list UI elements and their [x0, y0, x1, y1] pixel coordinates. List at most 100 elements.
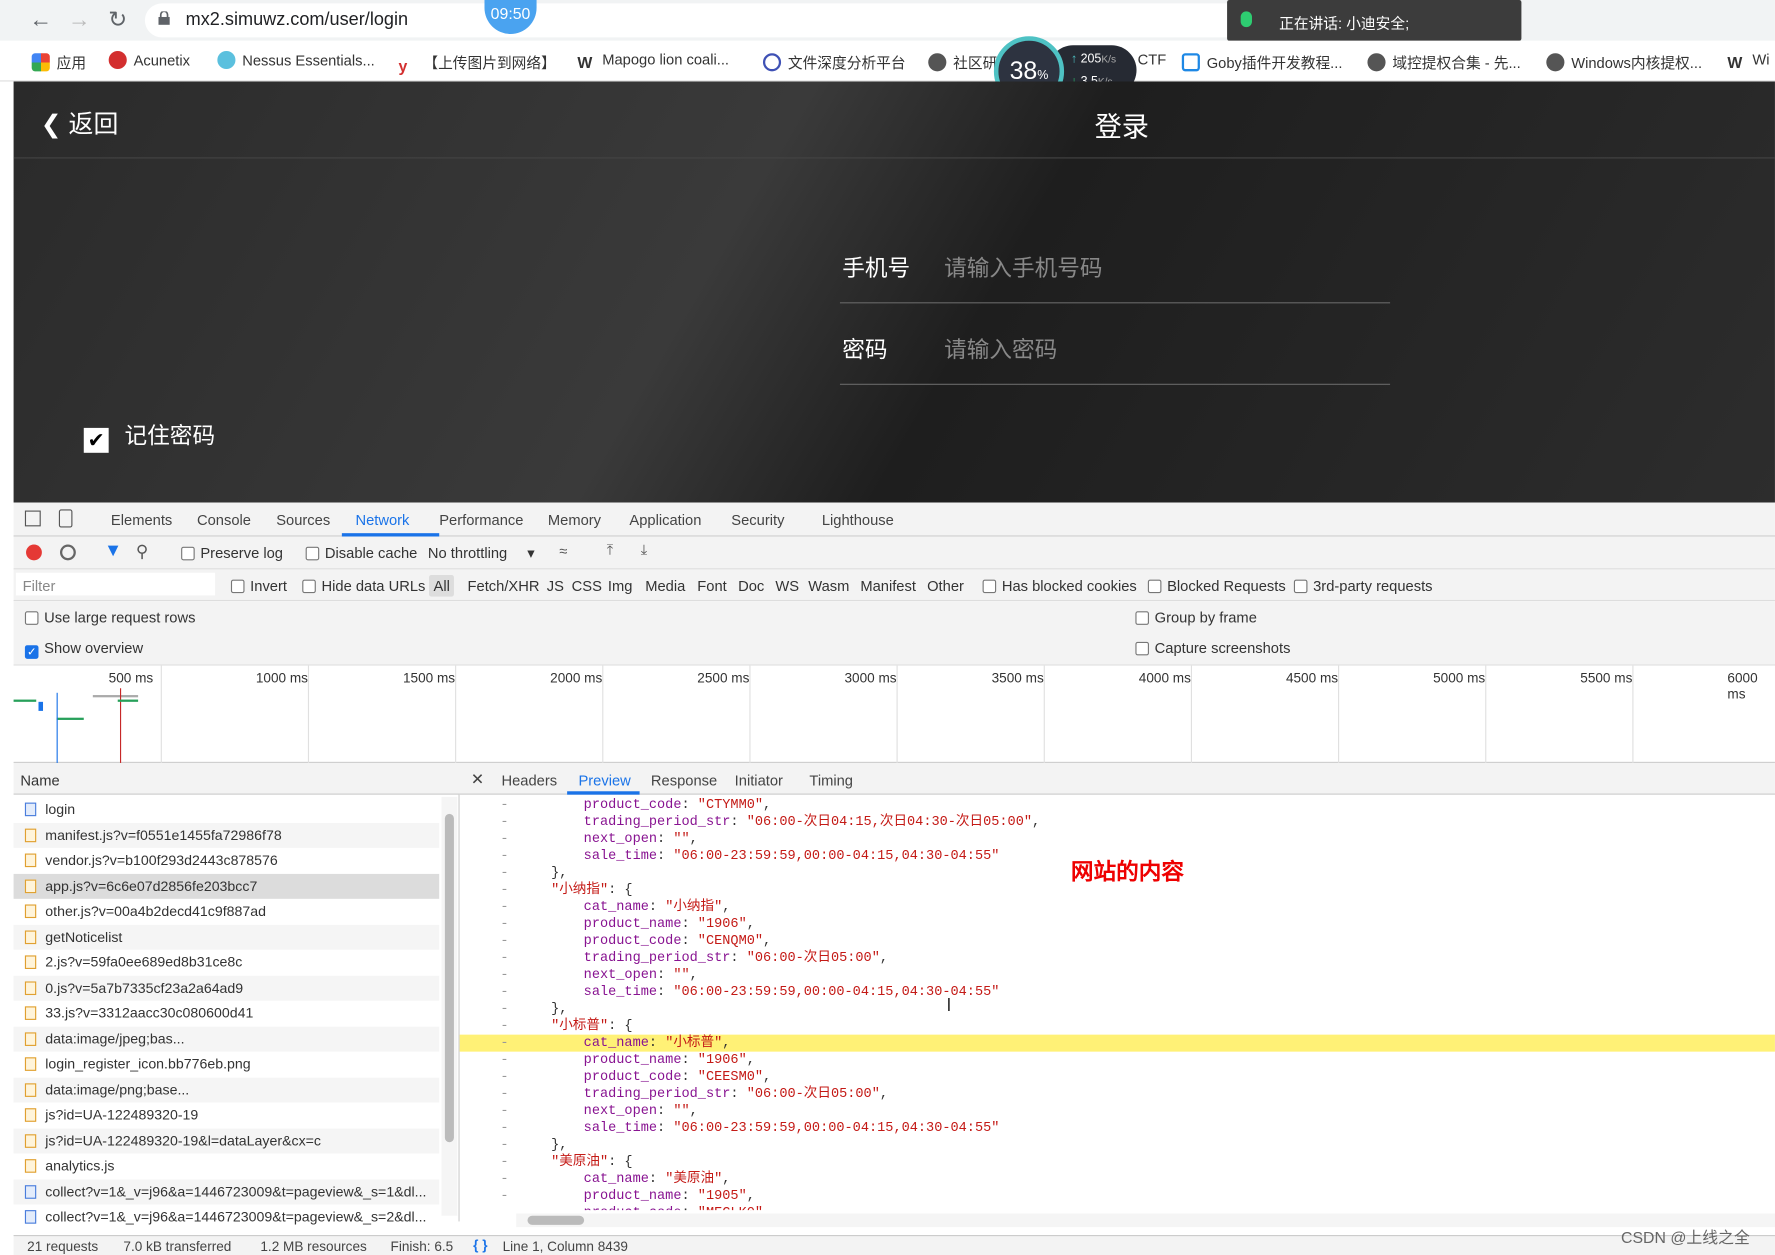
preserve-log-label: Preserve log — [200, 544, 283, 562]
close-icon[interactable]: ✕ — [471, 770, 484, 789]
group-by-frame-checkbox[interactable]: Group by frame — [1135, 609, 1257, 626]
scrollbar-thumb[interactable] — [527, 1215, 585, 1225]
preview-hscrollbar[interactable] — [516, 1213, 1775, 1228]
disable-cache-checkbox[interactable]: Disable cache — [305, 544, 417, 561]
clear-icon[interactable] — [59, 544, 76, 561]
request-row[interactable]: vendor.js?v=b100f293d2443c878576 — [14, 848, 440, 873]
back-arrow-icon[interactable]: ← — [27, 7, 54, 34]
bookmark-nessus[interactable]: Nessus Essentials... — [217, 50, 375, 70]
request-row[interactable]: 2.js?v=59fa0ee689ed8b31ce8c — [14, 950, 440, 975]
type-filter-css[interactable]: CSS — [572, 577, 602, 594]
tab-preview[interactable]: Preview — [578, 772, 630, 789]
request-row[interactable]: collect?v=1&_v=j96&a=1446723009&t=pagevi… — [13, 1178, 440, 1205]
back-button[interactable]: ❮ 返回 — [41, 104, 119, 140]
third-party-checkbox[interactable]: 3rd-party requests — [1293, 577, 1433, 594]
tab-timing[interactable]: Timing — [809, 772, 853, 789]
request-row[interactable]: js?id=UA-122489320-19 — [14, 1103, 440, 1128]
line-gutter: - — [500, 1153, 509, 1170]
search-icon[interactable]: ⚲ — [136, 541, 148, 561]
request-row[interactable]: js?id=UA-122489320-19&l=dataLayer&cx=c — [13, 1128, 440, 1154]
tab-performance[interactable]: Performance — [439, 512, 523, 529]
upload-har-icon[interactable]: ⤒ — [607, 541, 614, 559]
tab-network[interactable]: Network — [355, 512, 409, 529]
request-row[interactable]: manifest.js?v=f0551e1455fa72986f78 — [13, 822, 440, 848]
bookmark-domain[interactable]: 域控提权合集 - 先... — [1367, 51, 1521, 73]
tab-response[interactable]: Response — [651, 772, 717, 789]
tab-application[interactable]: Application — [629, 512, 701, 529]
type-filter-ws[interactable]: WS — [775, 577, 799, 594]
request-row[interactable]: 0.js?v=5a7b7335cf23a2a64ad9 — [13, 975, 440, 1001]
remember-password-checkbox[interactable]: ✔ 记住密码 — [83, 418, 215, 453]
show-overview-checkbox[interactable]: ✓ Show overview — [24, 640, 143, 659]
forward-arrow-icon[interactable]: → — [66, 7, 93, 34]
timeline-bar — [56, 717, 84, 720]
request-row[interactable]: login — [14, 797, 440, 822]
type-filter-doc[interactable]: Doc — [738, 577, 764, 594]
bookmark-acunetix[interactable]: Acunetix — [108, 50, 190, 70]
scrollbar-thumb[interactable] — [444, 813, 454, 1143]
record-icon[interactable] — [26, 544, 42, 561]
invert-checkbox[interactable]: Invert — [230, 577, 287, 594]
request-row[interactable]: data:image/jpeg;bas... — [13, 1026, 440, 1052]
request-row[interactable]: app.js?v=6c6e07d2856fe203bcc7 — [13, 873, 440, 899]
bookmark-file-analysis[interactable]: 文件深度分析平台 — [762, 51, 906, 73]
tab-memory[interactable]: Memory — [548, 512, 601, 529]
type-filter-fetch[interactable]: Fetch/XHR — [468, 577, 540, 594]
bookmark-mapogo[interactable]: W Mapogo lion coali... — [577, 51, 729, 71]
bookmark-goby[interactable]: Goby插件开发教程... — [1181, 51, 1342, 73]
tab-elements[interactable]: Elements — [111, 512, 172, 529]
tab-console[interactable]: Console — [197, 512, 251, 529]
type-filter-all[interactable]: All — [429, 575, 455, 597]
bookmark-upload[interactable]: y 【上传图片到网络】 — [398, 51, 555, 74]
large-rows-checkbox[interactable]: Use large request rows — [24, 609, 195, 626]
address-bar[interactable]: mx2.simuwz.com/user/login — [144, 3, 1277, 38]
bookmark-community[interactable]: 社区研 — [928, 51, 997, 73]
blocked-cookies-checkbox[interactable]: Has blocked cookies — [982, 577, 1137, 594]
request-row[interactable]: analytics.js — [14, 1154, 440, 1179]
request-row[interactable]: collect?v=1&_v=j96&a=1446723009&t=pagevi… — [14, 1204, 440, 1229]
wifi-settings-icon[interactable]: ≈ — [559, 542, 567, 559]
timeline-overview[interactable]: 500 ms 1000 ms 1500 ms 2000 ms 2500 ms 3000 m… — [13, 665, 1775, 763]
tab-initiator[interactable]: Initiator — [735, 772, 783, 789]
filter-input[interactable]: Filter — [15, 572, 216, 596]
download-har-icon[interactable]: ⤓ — [641, 541, 648, 559]
tab-headers[interactable]: Headers — [501, 772, 557, 789]
throttling-select[interactable]: No throttling ▾ — [428, 544, 535, 562]
pretty-print-icon[interactable]: { } — [473, 1237, 487, 1253]
reload-icon[interactable]: ↻ — [104, 7, 131, 34]
inspect-icon[interactable] — [24, 510, 41, 527]
type-filter-font[interactable]: Font — [697, 577, 726, 594]
tab-security[interactable]: Security — [731, 512, 784, 529]
type-filter-wasm[interactable]: Wasm — [808, 577, 849, 594]
type-filter-js[interactable]: JS — [547, 577, 564, 594]
preserve-log-checkbox[interactable]: Preserve log — [181, 544, 283, 561]
type-filter-other[interactable]: Other — [927, 577, 964, 594]
request-row[interactable]: login_register_icon.bb776eb.png — [14, 1052, 440, 1077]
capture-screenshots-checkbox[interactable]: Capture screenshots — [1135, 640, 1290, 657]
request-row[interactable]: data:image/png;base... — [13, 1077, 440, 1103]
phone-input[interactable]: 请输入手机号码 — [944, 250, 1102, 283]
type-filter-img[interactable]: Img — [608, 577, 633, 594]
bookmark-apps[interactable]: 应用 — [31, 51, 86, 73]
type-filter-media[interactable]: Media — [645, 577, 685, 594]
request-row[interactable]: other.js?v=00a4b2decd41c9f887ad — [14, 899, 440, 924]
bookmark-ctf[interactable]: CTF — [1138, 51, 1167, 68]
bookmark-wi[interactable]: W Wi — [1727, 51, 1769, 71]
request-row[interactable]: 33.js?v=3312aacc30c080600d41 — [14, 1001, 440, 1026]
name-column-header[interactable]: Name — [13, 762, 460, 795]
capture-screenshots-label: Capture screenshots — [1154, 639, 1291, 657]
back-label: 返回 — [68, 109, 119, 139]
timeline-bar — [38, 701, 44, 711]
tab-lighthouse[interactable]: Lighthouse — [822, 512, 894, 529]
type-filter-manifest[interactable]: Manifest — [860, 577, 916, 594]
request-row[interactable]: getNoticelist — [13, 924, 440, 950]
password-input[interactable]: 请输入密码 — [944, 332, 1057, 365]
blocked-requests-checkbox[interactable]: Blocked Requests — [1147, 577, 1286, 594]
group-by-frame-label: Group by frame — [1154, 609, 1257, 626]
tab-sources[interactable]: Sources — [276, 512, 330, 529]
device-toggle-icon[interactable] — [58, 509, 73, 528]
filter-icon[interactable]: ▼ — [104, 541, 122, 561]
bookmark-windows[interactable]: Windows内核提权... — [1546, 51, 1702, 73]
hide-data-urls-checkbox[interactable]: Hide data URLs — [302, 577, 425, 594]
request-list-scrollbar[interactable] — [441, 796, 458, 1216]
